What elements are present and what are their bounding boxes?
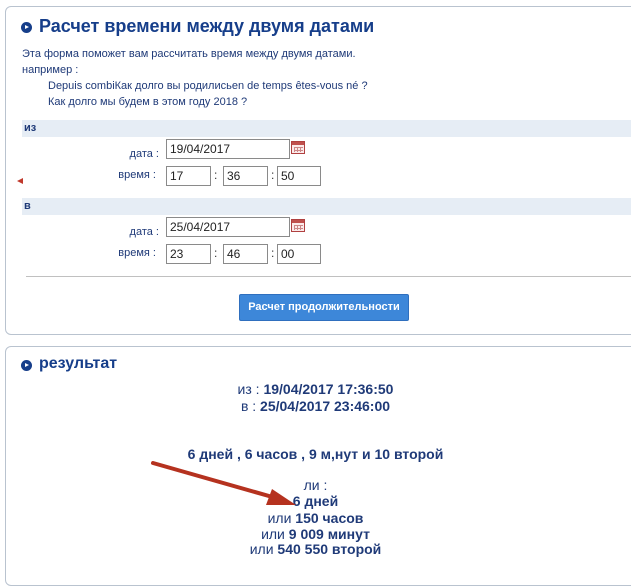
- red-arrow-annotation: [151, 461, 296, 505]
